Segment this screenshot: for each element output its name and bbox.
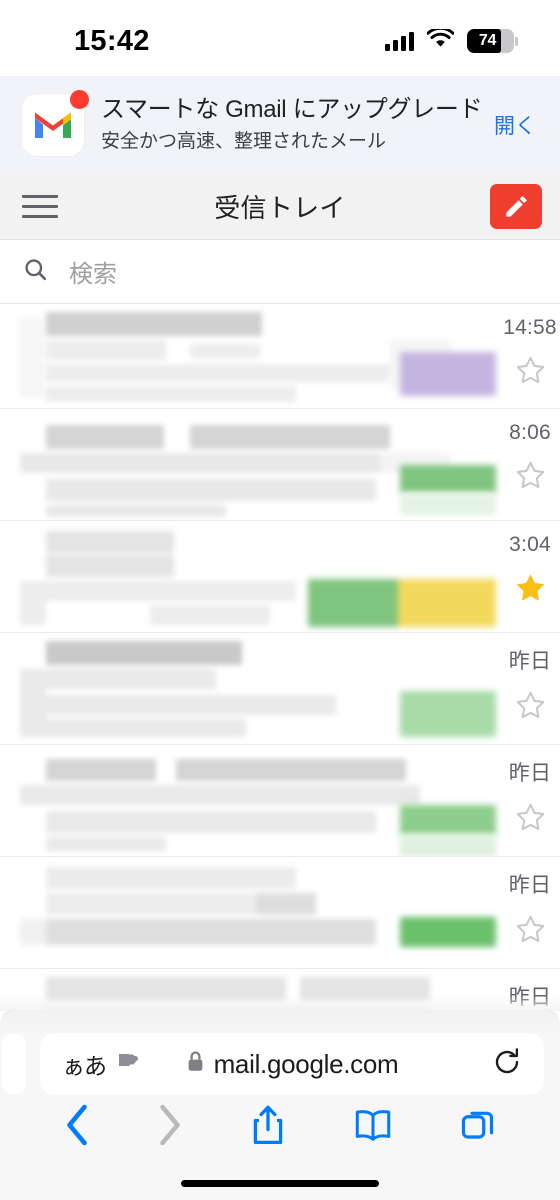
adjacent-tab-edge[interactable] <box>2 1033 26 1095</box>
notification-badge <box>70 90 89 109</box>
mail-row-content-redacted[interactable] <box>0 409 500 520</box>
mail-row-content-redacted[interactable] <box>0 521 500 632</box>
search-input[interactable]: 検索 <box>69 254 117 289</box>
mail-timestamp: 昨日 <box>508 650 552 673</box>
mail-row-meta: 昨日 <box>500 857 560 968</box>
label-chip <box>400 493 496 515</box>
mail-row-meta: 昨日 <box>500 633 560 744</box>
star-outline-icon[interactable] <box>514 459 547 497</box>
mail-row-content-redacted[interactable] <box>0 633 500 744</box>
puzzle-extension-icon[interactable] <box>116 1050 142 1079</box>
gmail-app-banner[interactable]: スマートな Gmail にアップグレード 安全かつ高速、整理されたメール 開く <box>0 76 560 174</box>
mail-timestamp: 昨日 <box>508 986 552 1009</box>
status-bar-time: 15:42 <box>74 24 150 57</box>
url-text: mail.google.com <box>213 1048 399 1079</box>
table-row[interactable]: 昨日 <box>0 633 560 745</box>
battery-icon: 74 <box>466 29 518 53</box>
search-bar[interactable]: 検索 <box>0 240 560 304</box>
mail-timestamp: 14:58 <box>503 316 557 339</box>
banner-text-block: スマートな Gmail にアップグレード 安全かつ高速、整理されたメール <box>101 96 486 154</box>
banner-subtitle: 安全かつ高速、整理されたメール <box>101 130 387 152</box>
status-bar: 15:42 74 <box>0 0 560 76</box>
label-chip <box>400 465 496 493</box>
home-indicator <box>181 1180 379 1187</box>
star-outline-icon[interactable] <box>514 801 547 839</box>
compose-button[interactable] <box>490 184 542 229</box>
battery-percent-label: 74 <box>478 32 497 49</box>
gmail-app-icon-wrapper <box>22 90 89 156</box>
forward-button <box>157 1104 183 1151</box>
mail-timestamp: 3:04 <box>509 533 551 556</box>
table-row[interactable]: 昨日 <box>0 745 560 857</box>
address-bar[interactable]: ぁあ mail.google.com <box>40 1033 544 1095</box>
table-row[interactable]: 8:06 <box>0 409 560 521</box>
battery-terminal <box>515 36 518 46</box>
mail-row-meta: 8:06 <box>500 409 560 520</box>
mail-row-content-redacted[interactable] <box>0 745 500 856</box>
mail-timestamp: 8:06 <box>509 421 551 444</box>
page-title: 受信トレイ <box>214 193 346 223</box>
banner-open-button[interactable]: 開く <box>492 104 538 146</box>
mail-list[interactable]: 14:58 8:06 3:04 昨日 昨日 昨日 昨日 <box>0 304 560 1081</box>
label-chip <box>400 835 496 856</box>
status-bar-indicators: 74 <box>384 26 518 54</box>
safari-nav-bar <box>0 1098 560 1156</box>
label-chip <box>400 917 496 947</box>
table-row[interactable]: 昨日 <box>0 857 560 969</box>
redacted-content <box>20 867 376 945</box>
bookmarks-button[interactable] <box>353 1107 393 1148</box>
star-outline-icon[interactable] <box>514 354 547 392</box>
mail-row-content-redacted[interactable] <box>0 304 500 408</box>
search-icon <box>22 256 49 288</box>
cellular-signal-icon <box>384 31 414 51</box>
compose-pencil-icon <box>505 196 527 217</box>
hamburger-menu-icon[interactable] <box>22 195 58 218</box>
mail-row-content-redacted[interactable] <box>0 857 500 968</box>
share-button[interactable] <box>251 1104 285 1151</box>
reload-icon[interactable] <box>492 1047 522 1082</box>
tabs-button[interactable] <box>460 1107 496 1148</box>
star-filled-icon[interactable] <box>513 571 548 611</box>
table-row[interactable]: 3:04 <box>0 521 560 633</box>
table-row[interactable]: 14:58 <box>0 304 560 409</box>
text-size-button[interactable]: ぁあ <box>62 1047 107 1081</box>
mail-timestamp: 昨日 <box>508 762 552 785</box>
mail-row-meta: 3:04 <box>500 521 560 632</box>
label-chip <box>400 352 496 396</box>
mail-row-meta: 14:58 <box>500 304 560 408</box>
star-outline-icon[interactable] <box>514 689 547 727</box>
label-chip <box>400 805 496 835</box>
label-chip <box>308 579 496 627</box>
mail-timestamp: 昨日 <box>508 874 552 897</box>
back-button[interactable] <box>64 1104 90 1151</box>
label-chip <box>400 691 496 737</box>
mail-row-meta: 昨日 <box>500 745 560 856</box>
lock-icon <box>186 1050 205 1078</box>
banner-title: スマートな Gmail にアップグレード <box>101 95 483 123</box>
safari-url-strip: ぁあ mail.google.com <box>0 1033 560 1095</box>
star-outline-icon[interactable] <box>514 913 547 951</box>
safari-bottom-bar: ぁあ mail.google.com <box>0 995 560 1200</box>
wifi-icon <box>425 26 455 54</box>
gmail-toolbar: 受信トレイ <box>0 174 560 240</box>
